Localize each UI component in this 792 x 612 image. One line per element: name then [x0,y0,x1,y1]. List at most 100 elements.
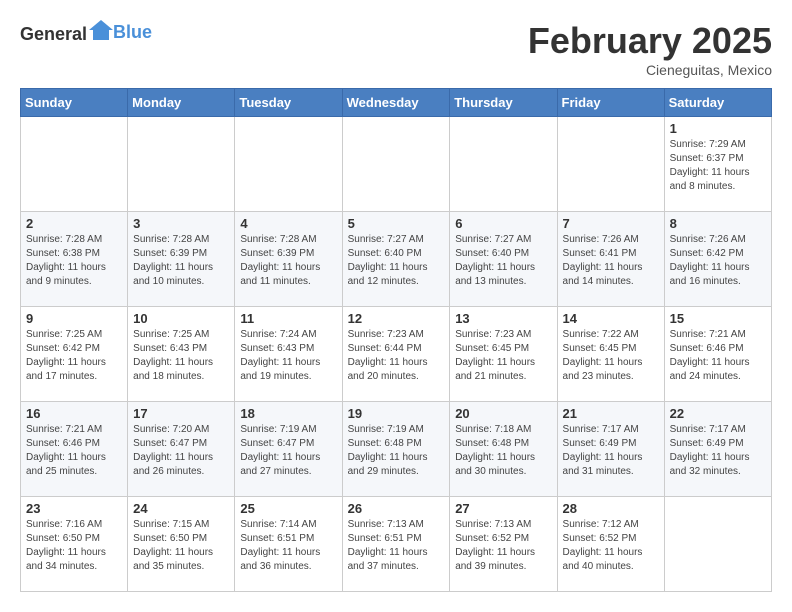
calendar-cell: 6 Sunrise: 7:27 AM Sunset: 6:40 PM Daylig… [450,212,557,307]
day-info: Sunrise: 7:25 AM Sunset: 6:42 PM Dayligh… [26,328,122,384]
calendar-cell: 7 Sunrise: 7:26 AM Sunset: 6:41 PM Daylig… [557,212,664,307]
day-info: Sunrise: 7:19 AM Sunset: 6:48 PM Dayligh… [348,423,445,479]
day-info: Sunrise: 7:12 AM Sunset: 6:52 PM Dayligh… [563,518,659,574]
week-row-2: 9 Sunrise: 7:25 AM Sunset: 6:42 PM Daylig… [21,307,772,402]
day-info: Sunrise: 7:15 AM Sunset: 6:50 PM Dayligh… [133,518,229,574]
day-number: 18 [240,406,336,421]
day-number: 20 [455,406,551,421]
calendar-subtitle: Cieneguitas, Mexico [528,62,772,78]
day-header-friday: Friday [557,89,664,117]
day-number: 17 [133,406,229,421]
calendar-cell: 25 Sunrise: 7:14 AM Sunset: 6:51 PM Dayli… [235,497,342,592]
calendar-cell: 22 Sunrise: 7:17 AM Sunset: 6:49 PM Dayli… [664,402,771,497]
day-number: 24 [133,501,229,516]
day-number: 13 [455,311,551,326]
day-header-thursday: Thursday [450,89,557,117]
day-info: Sunrise: 7:17 AM Sunset: 6:49 PM Dayligh… [670,423,766,479]
calendar-cell [557,117,664,212]
calendar-cell: 23 Sunrise: 7:16 AM Sunset: 6:50 PM Dayli… [21,497,128,592]
week-row-0: 1 Sunrise: 7:29 AM Sunset: 6:37 PM Daylig… [21,117,772,212]
day-number: 16 [26,406,122,421]
day-info: Sunrise: 7:20 AM Sunset: 6:47 PM Dayligh… [133,423,229,479]
calendar-cell: 12Sunrise: 7:23 AM Sunset: 6:44 PM Dayli… [342,307,450,402]
day-info: Sunrise: 7:28 AM Sunset: 6:38 PM Dayligh… [26,233,122,289]
calendar-cell: 15 Sunrise: 7:21 AM Sunset: 6:46 PM Dayli… [664,307,771,402]
days-header-row: SundayMondayTuesdayWednesdayThursdayFrid… [21,89,772,117]
title-area: February 2025 Cieneguitas, Mexico [528,20,772,78]
day-info: Sunrise: 7:29 AM Sunset: 6:37 PM Dayligh… [670,138,766,194]
calendar-cell: 1 Sunrise: 7:29 AM Sunset: 6:37 PM Daylig… [664,117,771,212]
day-number: 9 [26,311,122,326]
logo-blue: Blue [113,22,152,42]
day-number: 3 [133,216,229,231]
calendar-cell: 20 Sunrise: 7:18 AM Sunset: 6:48 PM Dayli… [450,402,557,497]
day-info: Sunrise: 7:23 AM Sunset: 6:45 PM Dayligh… [455,328,551,384]
week-row-4: 23 Sunrise: 7:16 AM Sunset: 6:50 PM Dayli… [21,497,772,592]
calendar-cell: 4 Sunrise: 7:28 AM Sunset: 6:39 PM Daylig… [235,212,342,307]
calendar-cell: 21Sunrise: 7:17 AM Sunset: 6:49 PM Dayli… [557,402,664,497]
day-info: Sunrise: 7:21 AM Sunset: 6:46 PM Dayligh… [26,423,122,479]
day-number: 15 [670,311,766,326]
calendar-cell: 16 Sunrise: 7:21 AM Sunset: 6:46 PM Dayli… [21,402,128,497]
calendar-cell: 24 Sunrise: 7:15 AM Sunset: 6:50 PM Dayli… [128,497,235,592]
day-info: Sunrise: 7:27 AM Sunset: 6:40 PM Dayligh… [348,233,445,289]
header: General Blue February 2025 Cieneguitas, … [20,20,772,78]
calendar-cell: 13 Sunrise: 7:23 AM Sunset: 6:45 PM Dayli… [450,307,557,402]
day-info: Sunrise: 7:27 AM Sunset: 6:40 PM Dayligh… [455,233,551,289]
day-number: 26 [348,501,445,516]
day-info: Sunrise: 7:16 AM Sunset: 6:50 PM Dayligh… [26,518,122,574]
calendar-title: February 2025 [528,20,772,62]
day-number: 12 [348,311,445,326]
calendar-cell: 27Sunrise: 7:13 AM Sunset: 6:52 PM Dayli… [450,497,557,592]
day-header-sunday: Sunday [21,89,128,117]
calendar-cell: 10Sunrise: 7:25 AM Sunset: 6:43 PM Dayli… [128,307,235,402]
calendar-cell: 14Sunrise: 7:22 AM Sunset: 6:45 PM Dayli… [557,307,664,402]
day-info: Sunrise: 7:21 AM Sunset: 6:46 PM Dayligh… [670,328,766,384]
day-info: Sunrise: 7:25 AM Sunset: 6:43 PM Dayligh… [133,328,229,384]
day-header-saturday: Saturday [664,89,771,117]
calendar-body: 1 Sunrise: 7:29 AM Sunset: 6:37 PM Daylig… [21,117,772,592]
day-number: 8 [670,216,766,231]
day-number: 5 [348,216,445,231]
day-number: 6 [455,216,551,231]
day-info: Sunrise: 7:19 AM Sunset: 6:47 PM Dayligh… [240,423,336,479]
day-info: Sunrise: 7:14 AM Sunset: 6:51 PM Dayligh… [240,518,336,574]
day-header-wednesday: Wednesday [342,89,450,117]
calendar-cell: 11Sunrise: 7:24 AM Sunset: 6:43 PM Dayli… [235,307,342,402]
day-number: 21 [563,406,659,421]
calendar-cell: 3 Sunrise: 7:28 AM Sunset: 6:39 PM Daylig… [128,212,235,307]
day-header-monday: Monday [128,89,235,117]
calendar-cell: 9 Sunrise: 7:25 AM Sunset: 6:42 PM Daylig… [21,307,128,402]
logo-general: General [20,24,87,44]
day-number: 25 [240,501,336,516]
day-info: Sunrise: 7:26 AM Sunset: 6:41 PM Dayligh… [563,233,659,289]
day-info: Sunrise: 7:22 AM Sunset: 6:45 PM Dayligh… [563,328,659,384]
calendar-cell: 28Sunrise: 7:12 AM Sunset: 6:52 PM Dayli… [557,497,664,592]
day-number: 23 [26,501,122,516]
logo: General Blue [20,20,152,45]
day-header-tuesday: Tuesday [235,89,342,117]
calendar-cell: 19Sunrise: 7:19 AM Sunset: 6:48 PM Dayli… [342,402,450,497]
calendar-cell: 26 Sunrise: 7:13 AM Sunset: 6:51 PM Dayli… [342,497,450,592]
logo-icon [89,20,113,40]
calendar-cell [664,497,771,592]
day-info: Sunrise: 7:28 AM Sunset: 6:39 PM Dayligh… [240,233,336,289]
day-number: 4 [240,216,336,231]
week-row-1: 2 Sunrise: 7:28 AM Sunset: 6:38 PM Daylig… [21,212,772,307]
day-info: Sunrise: 7:13 AM Sunset: 6:51 PM Dayligh… [348,518,445,574]
calendar-cell: 18 Sunrise: 7:19 AM Sunset: 6:47 PM Dayli… [235,402,342,497]
calendar-cell: 2 Sunrise: 7:28 AM Sunset: 6:38 PM Daylig… [21,212,128,307]
day-info: Sunrise: 7:13 AM Sunset: 6:52 PM Dayligh… [455,518,551,574]
day-info: Sunrise: 7:26 AM Sunset: 6:42 PM Dayligh… [670,233,766,289]
calendar-cell: 5 Sunrise: 7:27 AM Sunset: 6:40 PM Daylig… [342,212,450,307]
calendar-cell [128,117,235,212]
calendar-cell [21,117,128,212]
day-number: 22 [670,406,766,421]
day-number: 1 [670,121,766,136]
day-info: Sunrise: 7:18 AM Sunset: 6:48 PM Dayligh… [455,423,551,479]
day-number: 2 [26,216,122,231]
week-row-3: 16 Sunrise: 7:21 AM Sunset: 6:46 PM Dayli… [21,402,772,497]
calendar-cell: 17 Sunrise: 7:20 AM Sunset: 6:47 PM Dayli… [128,402,235,497]
day-info: Sunrise: 7:28 AM Sunset: 6:39 PM Dayligh… [133,233,229,289]
day-number: 7 [563,216,659,231]
